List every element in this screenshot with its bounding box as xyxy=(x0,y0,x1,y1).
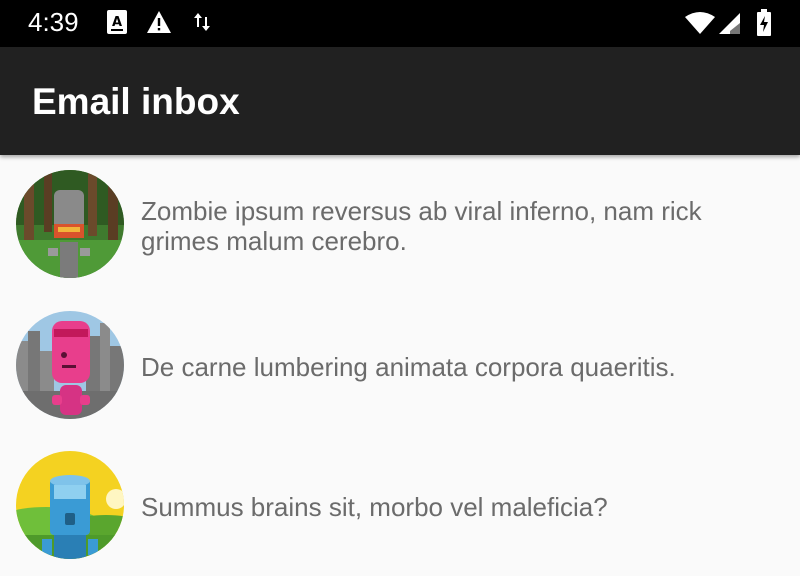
a-keyboard-icon: A xyxy=(107,10,127,39)
email-preview-text: Summus brains sit, morbo vel maleficia? xyxy=(141,492,608,522)
email-list-item[interactable]: Zombie ipsum reversus ab viral inferno, … xyxy=(0,155,800,295)
robot-city-avatar xyxy=(16,311,124,419)
battery-charging-icon xyxy=(756,9,772,42)
page-title: Email inbox xyxy=(32,81,240,122)
svg-text:A: A xyxy=(112,15,122,30)
robot-meadow-avatar xyxy=(16,451,124,559)
warning-icon xyxy=(146,10,172,39)
email-list-item[interactable]: De carne lumbering animata corpora quaer… xyxy=(0,295,800,435)
robot-forest-avatar xyxy=(16,170,124,278)
app-bar: Email inbox xyxy=(0,47,800,155)
status-bar: 4:39 A xyxy=(0,0,800,47)
data-transfer-icon xyxy=(192,10,212,39)
signal-icon xyxy=(718,12,742,41)
email-list-item[interactable]: Summus brains sit, morbo vel maleficia? xyxy=(0,435,800,575)
email-preview-text: De carne lumbering animata corpora quaer… xyxy=(141,352,676,382)
wifi-icon xyxy=(684,11,716,40)
email-preview-text: Zombie ipsum reversus ab viral inferno, … xyxy=(141,196,702,256)
status-time: 4:39 xyxy=(28,7,79,37)
